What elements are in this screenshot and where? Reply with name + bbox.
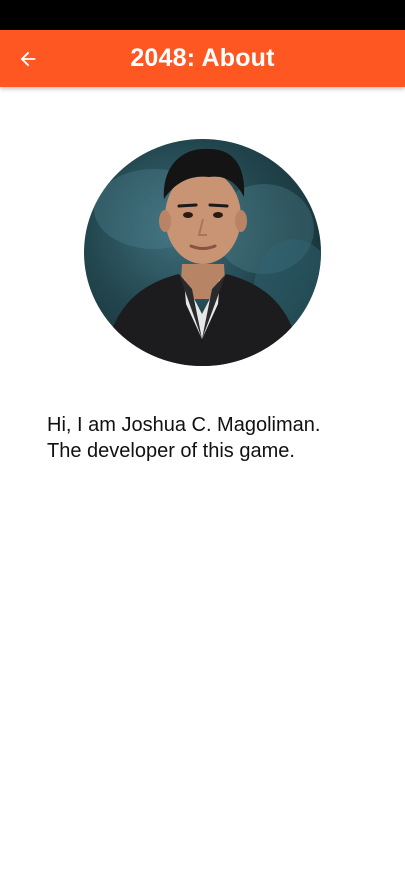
about-text: Hi, I am Joshua C. Magoliman. The develo… [47,412,377,464]
about-role-line: The developer of this game. [47,440,295,462]
back-button[interactable] [8,39,48,79]
about-screen: 2048: About Hi, I am Joshua C. Magoliman… [0,0,405,878]
page-title: 2048: About [130,44,275,72]
status-bar [0,0,405,30]
app-bar: 2048: About [0,30,405,87]
developer-avatar [84,139,321,366]
arrow-back-icon [17,48,39,70]
about-intro-line: Hi, I am Joshua C. Magoliman. [47,414,321,436]
